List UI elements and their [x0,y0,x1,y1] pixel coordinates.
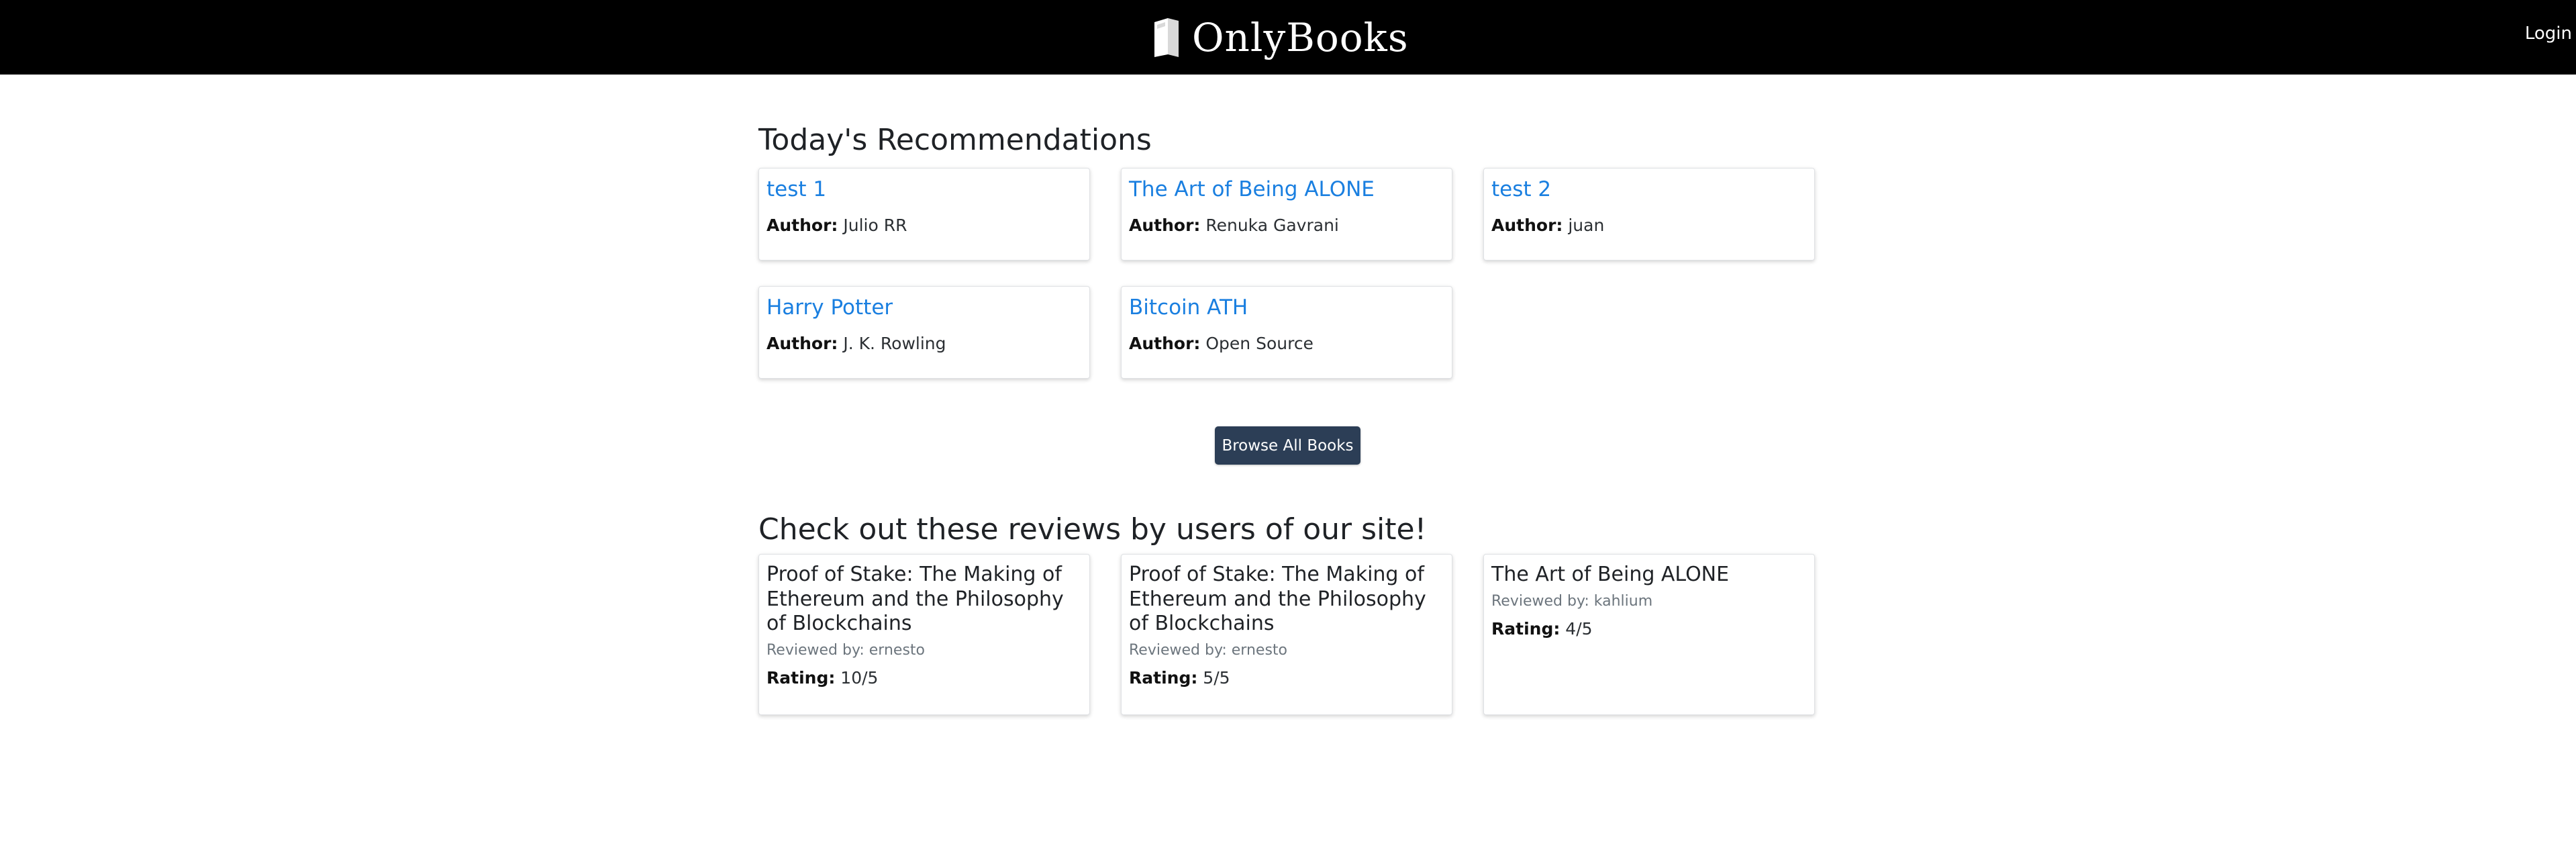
reviews-heading: Check out these reviews by users of our … [758,512,1427,547]
rating-label: Rating: [1491,618,1561,639]
recommendations-heading: Today's Recommendations [758,123,1152,157]
review-rating-line: Rating: 10/5 [766,668,1082,688]
book-author-line: Author: juan [1491,215,1807,237]
rating-value: 5/5 [1203,667,1230,688]
book-card: test 1 Author: Julio RR [758,168,1090,261]
book-icon [1152,17,1181,58]
book-author-line: Author: Renuka Gavrani [1129,215,1444,237]
reviews-grid: Proof of Stake: The Making of Ethereum a… [758,554,1815,715]
book-card: Bitcoin ATH Author: Open Source [1121,286,1452,379]
author-label: Author: [1491,215,1563,235]
rating-value: 4/5 [1565,618,1593,639]
review-rating-line: Rating: 4/5 [1491,619,1807,639]
book-card: The Art of Being ALONE Author: Renuka Ga… [1121,168,1452,261]
author-label: Author: [766,333,838,353]
review-card: Proof of Stake: The Making of Ethereum a… [1121,554,1452,715]
brand-name: OnlyBooks [1192,15,1409,60]
review-rating-line: Rating: 5/5 [1129,668,1444,688]
book-title-link[interactable]: Harry Potter [766,295,1082,321]
book-title-link[interactable]: The Art of Being ALONE [1129,177,1444,203]
review-book-title: The Art of Being ALONE [1491,563,1730,586]
author-label: Author: [1129,333,1201,353]
book-card: Harry Potter Author: J. K. Rowling [758,286,1090,379]
reviewer-name: Reviewed by: ernesto [766,641,925,659]
rating-value: 10/5 [840,667,879,688]
brand-logo-link[interactable]: OnlyBooks [1152,11,1409,64]
book-author-line: Author: Julio RR [766,215,1082,237]
book-author-line: Author: Open Source [1129,333,1444,355]
author-name: Open Source [1205,333,1314,353]
author-label: Author: [766,215,838,235]
review-book-title: Proof of Stake: The Making of Ethereum a… [1129,563,1426,636]
author-name: Renuka Gavrani [1205,215,1339,235]
review-card: The Art of Being ALONE Reviewed by: kahl… [1483,554,1815,715]
book-title-link[interactable]: test 1 [766,177,1082,203]
review-card: Proof of Stake: The Making of Ethereum a… [758,554,1090,715]
reviewer-name: Reviewed by: ernesto [1129,641,1287,659]
login-link[interactable]: Login [2525,24,2572,44]
reviewer-name: Reviewed by: kahlium [1491,592,1653,610]
author-name: Julio RR [843,215,907,235]
browse-all-books-button[interactable]: Browse All Books [1215,426,1360,465]
author-name: juan [1568,215,1605,235]
author-label: Author: [1129,215,1201,235]
recommendations-grid: test 1 Author: Julio RR The Art of Being… [758,168,1815,379]
rating-label: Rating: [1129,667,1198,688]
book-card: test 2 Author: juan [1483,168,1815,261]
book-title-link[interactable]: test 2 [1491,177,1807,203]
book-author-line: Author: J. K. Rowling [766,333,1082,355]
top-navbar: OnlyBooks Login [0,0,2576,75]
rating-label: Rating: [766,667,836,688]
book-title-link[interactable]: Bitcoin ATH [1129,295,1444,321]
author-name: J. K. Rowling [843,333,946,353]
review-book-title: Proof of Stake: The Making of Ethereum a… [766,563,1064,636]
